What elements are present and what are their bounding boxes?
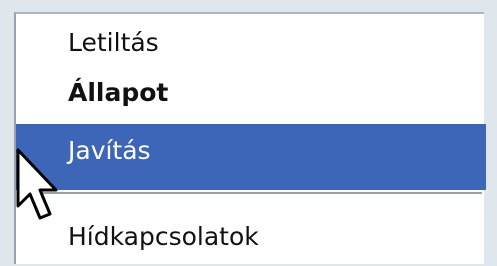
menu-item-allapot[interactable]: Állapot [68, 78, 168, 107]
menu-item-hidkapcsolatok[interactable]: Hídkapcsolatok [68, 222, 259, 251]
menu-separator [20, 192, 482, 196]
menu-item-javitas[interactable]: Javítás [68, 136, 151, 165]
context-menu: Letiltás Állapot Javítás Hídkapcsolatok [14, 12, 486, 264]
menu-item-letiltas[interactable]: Letiltás [68, 28, 159, 57]
screen-background: Letiltás Állapot Javítás Hídkapcsolatok [0, 0, 497, 266]
arrow-pointer-icon [16, 148, 58, 220]
